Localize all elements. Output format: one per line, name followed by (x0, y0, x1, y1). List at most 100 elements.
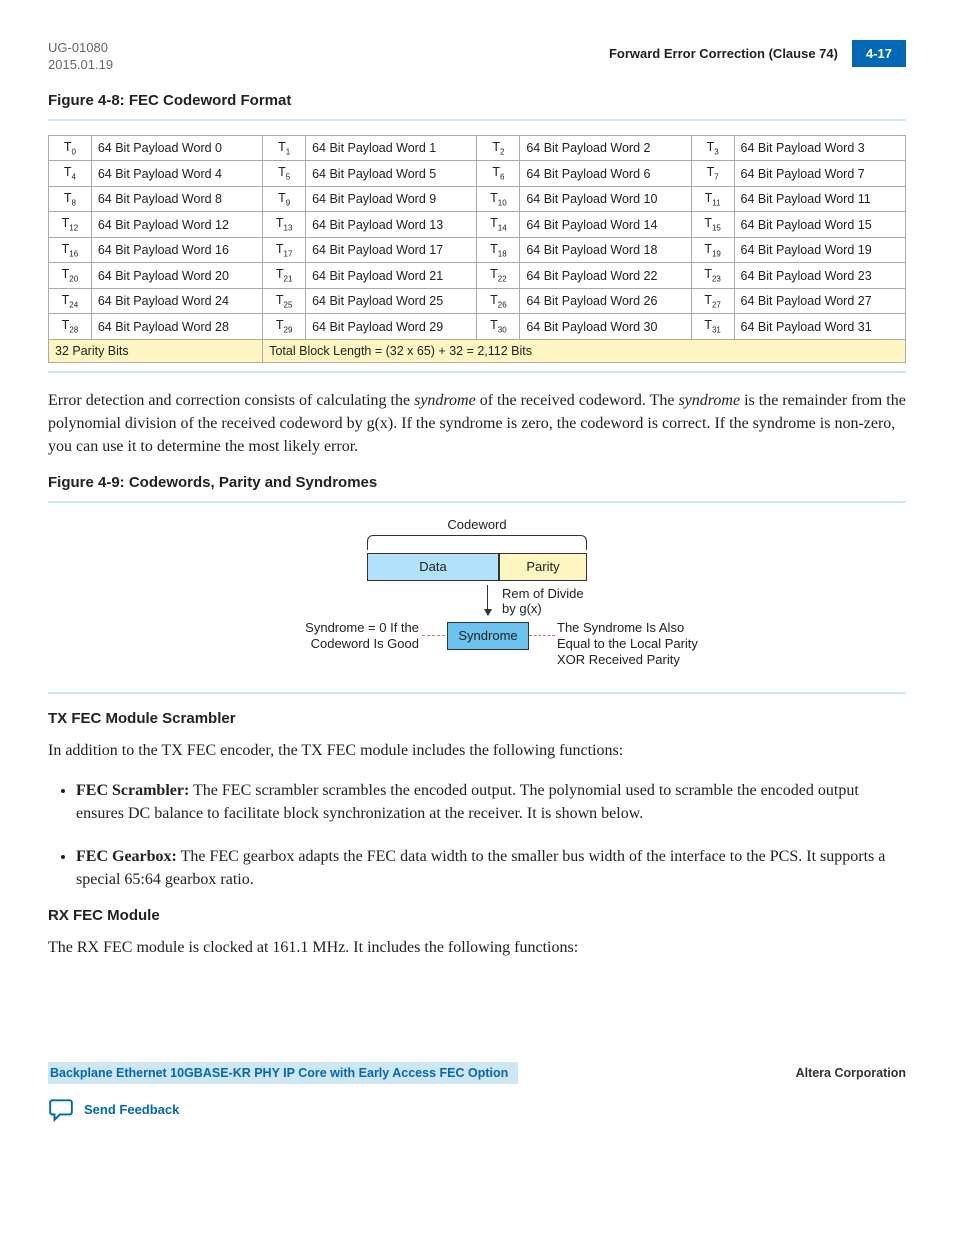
payload-word-cell: 64 Bit Payload Word 18 (520, 237, 691, 263)
payload-word-cell: 64 Bit Payload Word 29 (306, 314, 477, 340)
t-subscript-cell: T29 (263, 314, 306, 340)
divider (48, 692, 906, 694)
payload-word-cell: 64 Bit Payload Word 17 (306, 237, 477, 263)
t-subscript-cell: T5 (263, 161, 306, 187)
t-subscript-cell: T23 (691, 263, 734, 289)
t-subscript-cell: T3 (691, 135, 734, 161)
syndrome-box: Syndrome (447, 622, 529, 650)
table-row: 32 Parity BitsTotal Block Length = (32 x… (49, 339, 906, 362)
t-subscript-cell: T6 (477, 161, 520, 187)
table-row: T464 Bit Payload Word 4T5 64 Bit Payload … (49, 161, 906, 187)
figure-4-9-caption: Figure 4-9: Codewords, Parity and Syndro… (48, 474, 906, 491)
t-subscript-cell: T13 (263, 212, 306, 238)
payload-word-cell: 64 Bit Payload Word 15 (734, 212, 905, 238)
payload-word-cell: 64 Bit Payload Word 20 (91, 263, 262, 289)
rx-fec-intro: The RX FEC module is clocked at 161.1 MH… (48, 936, 906, 959)
payload-word-cell: 64 Bit Payload Word 11 (734, 186, 905, 212)
payload-word-cell: 64 Bit Payload Word 7 (734, 161, 905, 187)
send-feedback-link[interactable]: Send Feedback (48, 1096, 179, 1122)
t-subscript-cell: T17 (263, 237, 306, 263)
data-box: Data (367, 553, 499, 581)
tx-fec-heading: TX FEC Module Scrambler (48, 710, 906, 727)
t-subscript-cell: T18 (477, 237, 520, 263)
payload-word-cell: 64 Bit Payload Word 21 (306, 263, 477, 289)
payload-word-cell: 64 Bit Payload Word 14 (520, 212, 691, 238)
t-subscript-cell: T28 (49, 314, 92, 340)
header-right: Forward Error Correction (Clause 74) 4-1… (609, 40, 906, 67)
payload-word-cell: 64 Bit Payload Word 22 (520, 263, 691, 289)
payload-word-cell: 64 Bit Payload Word 10 (520, 186, 691, 212)
page-number: 4-17 (852, 40, 906, 67)
payload-word-cell: 64 Bit Payload Word 4 (91, 161, 262, 187)
payload-word-cell: 64 Bit Payload Word 1 (306, 135, 477, 161)
t-subscript-cell: T4 (49, 161, 92, 187)
t-subscript-cell: T19 (691, 237, 734, 263)
payload-word-cell: 64 Bit Payload Word 2 (520, 135, 691, 161)
payload-word-cell: 64 Bit Payload Word 12 (91, 212, 262, 238)
table-row: T2464 Bit Payload Word 24T2564 Bit Paylo… (49, 288, 906, 314)
page-header: UG-01080 2015.01.19 Forward Error Correc… (48, 40, 906, 74)
payload-word-cell: 64 Bit Payload Word 13 (306, 212, 477, 238)
t-subscript-cell: T10 (477, 186, 520, 212)
table-row: T2864 Bit Payload Word 28T2964 Bit Paylo… (49, 314, 906, 340)
block-length-cell: Total Block Length = (32 x 65) + 32 = 2,… (263, 339, 906, 362)
t-subscript-cell: T9 (263, 186, 306, 212)
dash-connector-icon (422, 635, 445, 636)
send-feedback-label: Send Feedback (84, 1102, 179, 1117)
doc-date: 2015.01.19 (48, 57, 113, 74)
payload-word-cell: 64 Bit Payload Word 30 (520, 314, 691, 340)
figure-4-9-diagram: Codeword Data Parity Rem of Divide by g(… (207, 517, 747, 682)
divider (48, 119, 906, 121)
fec-gearbox-item: FEC Gearbox: The FEC gearbox adapts the … (76, 845, 906, 891)
payload-word-cell: 64 Bit Payload Word 25 (306, 288, 477, 314)
payload-word-cell: 64 Bit Payload Word 9 (306, 186, 477, 212)
t-subscript-cell: T24 (49, 288, 92, 314)
tx-fec-intro: In addition to the TX FEC encoder, the T… (48, 739, 906, 762)
table-row: T864 Bit Payload Word 8T964 Bit Payload … (49, 186, 906, 212)
section-title: Forward Error Correction (Clause 74) (609, 46, 838, 61)
t-subscript-cell: T15 (691, 212, 734, 238)
t-subscript-cell: T25 (263, 288, 306, 314)
payload-word-cell: 64 Bit Payload Word 16 (91, 237, 262, 263)
t-subscript-cell: T27 (691, 288, 734, 314)
payload-word-cell: 64 Bit Payload Word 24 (91, 288, 262, 314)
t-subscript-cell: T2 (477, 135, 520, 161)
t-subscript-cell: T31 (691, 314, 734, 340)
t-subscript-cell: T0 (49, 135, 92, 161)
footer-title: Backplane Ethernet 10GBASE-KR PHY IP Cor… (48, 1062, 518, 1084)
table-row: T1264 Bit Payload Word 12T1364 Bit Paylo… (49, 212, 906, 238)
payload-word-cell: 64 Bit Payload Word 6 (520, 161, 691, 187)
t-subscript-cell: T20 (49, 263, 92, 289)
table-row: T064 Bit Payload Word 0T164 Bit Payload … (49, 135, 906, 161)
fec-codeword-table: T064 Bit Payload Word 0T164 Bit Payload … (48, 135, 906, 363)
rem-of-divide-label: Rem of Divide by g(x) (502, 587, 584, 617)
divider (48, 501, 906, 503)
dash-connector-icon (529, 635, 555, 636)
syndrome-zero-note: Syndrome = 0 If the Codeword Is Good (305, 620, 419, 651)
t-subscript-cell: T14 (477, 212, 520, 238)
table-row: T1664 Bit Payload Word 16T1764 Bit Paylo… (49, 237, 906, 263)
speech-bubble-icon (48, 1096, 74, 1122)
t-subscript-cell: T12 (49, 212, 92, 238)
header-left: UG-01080 2015.01.19 (48, 40, 113, 74)
codeword-label: Codeword (207, 517, 747, 532)
payload-word-cell: 64 Bit Payload Word 0 (91, 135, 262, 161)
t-subscript-cell: T11 (691, 186, 734, 212)
page-footer: Backplane Ethernet 10GBASE-KR PHY IP Cor… (48, 1062, 906, 1084)
rx-fec-heading: RX FEC Module (48, 907, 906, 924)
parity-box: Parity (499, 553, 587, 581)
payload-word-cell: 64 Bit Payload Word 26 (520, 288, 691, 314)
fec-scrambler-item: FEC Scrambler: The FEC scrambler scrambl… (76, 779, 906, 825)
table-row: T2064 Bit Payload Word 20T2164 Bit Paylo… (49, 263, 906, 289)
doc-id: UG-01080 (48, 40, 113, 57)
payload-word-cell: 64 Bit Payload Word 8 (91, 186, 262, 212)
t-subscript-cell: T30 (477, 314, 520, 340)
arrow-down-icon (487, 585, 488, 615)
tx-fec-list: FEC Scrambler: The FEC scrambler scrambl… (48, 779, 906, 892)
t-subscript-cell: T7 (691, 161, 734, 187)
payload-word-cell: 64 Bit Payload Word 3 (734, 135, 905, 161)
payload-word-cell: 64 Bit Payload Word 31 (734, 314, 905, 340)
parity-bits-cell: 32 Parity Bits (49, 339, 263, 362)
t-subscript-cell: T22 (477, 263, 520, 289)
payload-word-cell: 64 Bit Payload Word 28 (91, 314, 262, 340)
